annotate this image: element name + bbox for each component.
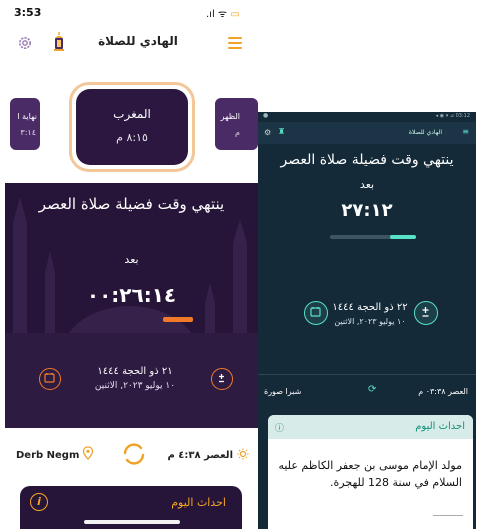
gear-icon[interactable] [17,35,33,51]
lantern-icon: ♜ [278,127,286,136]
date-adjust-button[interactable] [414,301,438,325]
main-heading: ينتهي وقت فضيلة صلاة العصر [38,195,225,213]
hijri-date: ٢١ ذو الحجة ١٤٤٤ [97,366,173,377]
status-icons: .ıl ᯤ ▭ [206,6,240,20]
location-pin-icon[interactable] [82,446,94,460]
calendar-button[interactable] [39,368,61,390]
info-icon[interactable]: ⓘ [275,421,284,434]
info-icon[interactable]: i [30,493,48,511]
sun-icon [237,448,249,460]
next-prayer-time: العصر ٠٣:٣٨ م [418,387,468,396]
refresh-icon[interactable]: ⟳ [368,384,376,395]
calendar-icon [310,307,321,317]
hamburger-menu-icon[interactable]: ≡ [462,128,469,136]
countdown-panel: ينتهي وقت فضيلة صلاة العصر بعد ٠٠:٢٦:١٤ … [5,183,258,428]
countdown-progress-fill [390,235,416,239]
hijri-date: ٢٢ ذو الحجة ١٤٤٤ [332,302,408,313]
events-title: احداث اليوم [171,496,226,509]
status-icons: ◂ ◉ ▾ ⊿ 03:12 [435,113,470,119]
app-title: الهادي للصلاة [98,34,178,48]
main-countdown: ٢٧:١٢ [341,200,393,221]
next-prayer-time: العصر ٤:٣٨ م [167,450,233,461]
prayer-card-previous-time: ٣:١٤ [20,128,36,137]
prayer-card-next-name: الظهر [220,112,240,121]
gear-icon[interactable]: ⚙ [264,128,271,137]
gregorian-date: ١٠ يوليو ٢٠٢٣, الاثنين [334,317,406,326]
divider [433,515,463,516]
main-after-label: بعد [124,253,139,266]
status-bar: ● ◂ ◉ ▾ ⊿ 03:12 [258,112,476,122]
hamburger-menu-icon[interactable] [228,37,242,49]
lantern-icon [54,32,64,51]
events-title: احداث اليوم [415,421,465,432]
divider [258,374,476,375]
plus-minus-icon [219,374,224,383]
phone-screen-right: ● ◂ ◉ ▾ ⊿ 03:12 ⚙ ♜ الهادي للصلاة ≡ ينته… [258,112,476,529]
events-card[interactable]: ⓘ احداث اليوم مولد الإمام موسى بن جعفر ا… [268,415,473,529]
date-adjust-button[interactable] [211,368,233,390]
gregorian-date: ١٠ يوليو ٢٠٢٣, الاثنين [94,381,176,391]
phone-screen-left: 3:53 .ıl ᯤ ▭ الهادي للصلاة نهاية ا ٣:١٤ … [0,0,258,529]
prayer-card-current-name: المغرب [113,107,151,121]
refresh-icon[interactable] [120,440,148,468]
app-header: ⚙ ♜ الهادي للصلاة ≡ [258,122,476,144]
prayer-card-next-time: م [235,128,240,137]
app-title: الهادي للصلاة [408,129,442,136]
prayer-card-previous-name: نهاية ا [17,112,37,121]
battery-icon: ▭ [230,9,240,20]
status-time: 3:53 [14,6,42,19]
prayer-card-next[interactable]: الظهر م [215,98,258,150]
prayer-card-current[interactable]: المغرب ٨:١٥ م [76,89,188,165]
signal-wifi-icon: .ıl ᯤ [206,9,228,20]
prayer-card-current-time: ٨:١٥ م [116,131,148,144]
location-label[interactable]: شبرا صورة [264,387,301,396]
events-header: ⓘ احداث اليوم [268,415,473,439]
calendar-icon [44,373,55,383]
main-after-label: بعد [359,178,375,191]
notification-dot-icon: ● [263,112,269,119]
plus-minus-icon [422,307,429,317]
location-name[interactable]: Derb Negm [16,450,79,461]
main-countdown: ٠٠:٢٦:١٤ [86,283,177,307]
prayer-card-previous[interactable]: نهاية ا ٣:١٤ [10,98,40,150]
main-heading: ينتهي وقت فضيلة صلاة العصر [280,152,454,168]
event-text: مولد الإمام موسى بن جعفر الكاظم عليه الس… [278,459,462,489]
countdown-progress-bar [163,317,193,322]
home-indicator [84,520,180,524]
